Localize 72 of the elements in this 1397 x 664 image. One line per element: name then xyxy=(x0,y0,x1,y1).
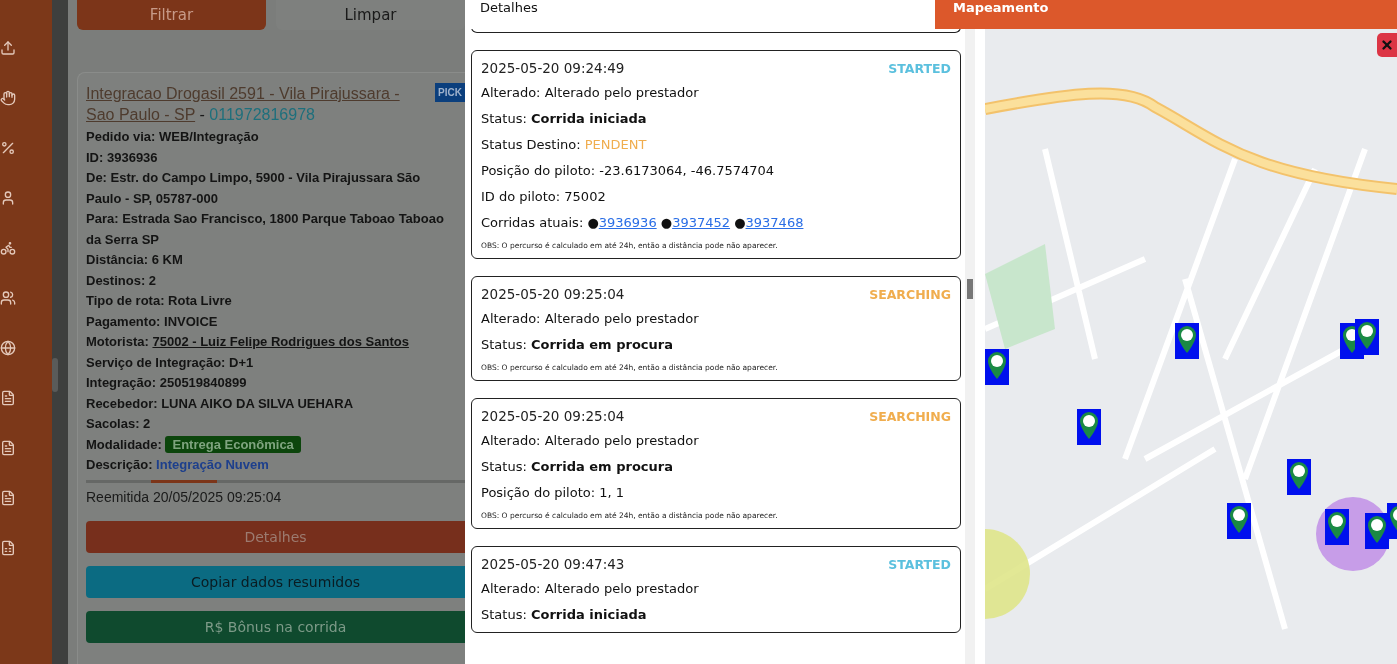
map-heading: Mapeamento xyxy=(935,0,1397,29)
order-detail-line: Recebedor: LUNA AIKO DA SILVA UEHARA xyxy=(86,394,355,413)
order-detail-line: Tipo de rota: Rota Livre xyxy=(86,292,233,310)
event-field: Corridas atuais: ●3936936 ●3937452 ●3937468 xyxy=(481,213,951,232)
event-status: STARTED xyxy=(888,556,951,572)
order-detail-line: Sacolas: 2 xyxy=(86,415,152,433)
sidebar-menu-icon[interactable] xyxy=(0,190,16,206)
order-detail-line: Motorista: 75002 - Luiz Felipe Rodrigues dos Santos xyxy=(86,333,410,351)
event-field: Posição do piloto: -23.6173064, -46.7574704 xyxy=(481,161,951,180)
driver-pin-icon[interactable] xyxy=(1355,319,1379,355)
event-time: 2025-05-20 09:25:04 xyxy=(481,286,625,302)
order-detail-line: De: Estr. do Campo Limpo, 5900 - Vila Pirajussara São Paulo - SP, 05787-000 xyxy=(86,169,422,208)
scrollbar-thumb[interactable] xyxy=(967,279,973,299)
sidebar-menu-icon[interactable] xyxy=(0,240,16,256)
scrollbar-track[interactable] xyxy=(52,0,68,664)
event-field: Status Destino: PENDENT xyxy=(481,135,951,154)
driver-pin-icon[interactable] xyxy=(1077,409,1101,445)
sidebar-menu-icon[interactable] xyxy=(0,90,16,106)
order-detail-line: Para: Estrada Sao Francisco, 1800 Parque Taboao Taboao da Serra SP xyxy=(86,210,445,249)
sidebar-menu-icon[interactable] xyxy=(0,490,16,506)
driver-pin-icon[interactable] xyxy=(1175,323,1199,359)
driver-pin-icon[interactable] xyxy=(1227,503,1251,539)
ride-link[interactable]: 3937468 xyxy=(745,215,804,230)
event-status: STARTED xyxy=(888,60,951,76)
event-field: ID do piloto: 75002 xyxy=(481,187,951,206)
order-detail-line: Descrição: Integração Nuvem xyxy=(86,456,270,474)
scrollbar-track[interactable] xyxy=(965,29,975,664)
event-field: Status: Corrida iniciada xyxy=(481,605,951,624)
scrollbar-thumb[interactable] xyxy=(52,358,58,392)
order-title: Integracao Drogasil 2591 - Vila Pirajussara - Sao Paulo - SP - 011972816978 xyxy=(86,84,401,125)
sidebar-menu-icon[interactable] xyxy=(0,40,16,56)
order-detail-line: Modalidade: Entrega Econômica xyxy=(86,434,465,455)
event-field: Alterado: Alterado pelo prestador xyxy=(481,579,951,598)
event-time: 2025-05-20 09:47:43 xyxy=(481,556,625,572)
event-status: SEARCHING xyxy=(869,286,951,302)
event-time: 2025-05-20 09:25:04 xyxy=(481,408,625,424)
reissued-text: Reemitida 20/05/2025 09:25:04 xyxy=(86,488,283,505)
event-status: SEARCHING xyxy=(869,408,951,424)
filter-button[interactable]: Filtrar xyxy=(77,0,266,30)
event-field: Alterado: Alterado pelo prestador xyxy=(481,83,951,102)
driver-pin-icon[interactable] xyxy=(985,349,1009,385)
ride-link[interactable]: 3937452 xyxy=(672,215,731,230)
event-field: Alterado: Alterado pelo prestador xyxy=(481,431,951,450)
action-button[interactable]: R$ Bônus na corrida xyxy=(86,610,465,643)
order-detail-line: Destinos: 2 xyxy=(86,271,158,290)
pick-badge: PICK xyxy=(435,83,465,102)
order-detail-line: ID: 3936936 xyxy=(86,148,159,167)
sidebar-menu-icon[interactable] xyxy=(0,290,16,306)
event-field: Status: Corrida em procura xyxy=(481,457,951,476)
sidebar-menu-icon[interactable] xyxy=(0,540,16,556)
event-field: Alterado: Alterado pelo prestador xyxy=(481,309,951,328)
driver-pin-icon[interactable] xyxy=(1325,509,1349,545)
sidebar-menu-icon[interactable] xyxy=(0,340,16,356)
driver-pin-icon[interactable] xyxy=(1287,459,1311,495)
close-icon xyxy=(1380,38,1394,52)
event-field: Posição do piloto: 1, 1 xyxy=(481,483,951,502)
event-time: 2025-05-20 09:24:49 xyxy=(481,60,625,76)
order-detail-line: Pedido via: WEB/Integração xyxy=(86,128,260,146)
action-button[interactable]: Detalhes xyxy=(86,520,465,553)
ride-link[interactable]: 3936936 xyxy=(598,215,657,230)
sidebar-menu-icon[interactable] xyxy=(0,390,16,406)
order-detail-line: Distância: 6 KM xyxy=(86,251,184,269)
order-detail-line: Pagamento: INVOICE xyxy=(86,312,219,331)
event-field: Status: Corrida em procura xyxy=(481,335,951,354)
close-button[interactable] xyxy=(1377,33,1397,57)
event-field: Status: Corrida iniciada xyxy=(481,109,951,128)
action-button[interactable]: Copiar dados resumidos xyxy=(86,565,465,598)
street-map-drawing[interactable] xyxy=(985,29,1397,664)
sidebar-menu-icon[interactable] xyxy=(0,140,16,156)
sidebar-menu-icon[interactable] xyxy=(0,440,16,456)
order-detail-line: Integração: 250519840899 xyxy=(86,374,248,392)
order-detail-line: Serviço de Integração: D+1 xyxy=(86,353,255,372)
